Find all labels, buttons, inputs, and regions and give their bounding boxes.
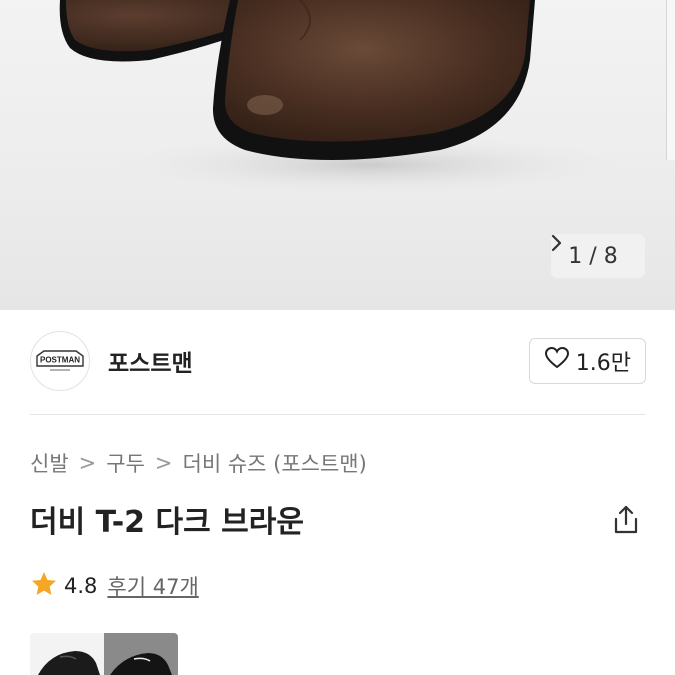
rating: 4.8 후기 47개 <box>30 570 199 602</box>
thumbnail[interactable] <box>30 633 104 675</box>
breadcrumb-item-shoes[interactable]: 신발 <box>30 448 69 478</box>
share-icon[interactable] <box>609 503 643 537</box>
product-image-gallery[interactable]: 1 / 8 <box>0 0 675 310</box>
breadcrumb: 신발 > 구두 > 더비 슈즈 (포스트맨) <box>30 448 367 478</box>
product-title: 더비 T-2 다크 브라운 <box>30 505 304 540</box>
breadcrumb-item-derby[interactable]: 더비 슈즈 (포스트맨) <box>183 448 367 478</box>
shop-row: POSTMAN 포스트맨 1.6만 <box>30 330 646 392</box>
thumbnail[interactable] <box>104 633 178 675</box>
like-count: 1.6만 <box>575 351 631 376</box>
thumbnail-strip <box>30 633 178 675</box>
divider <box>30 414 646 415</box>
scrollbar[interactable] <box>666 0 675 160</box>
breadcrumb-separator: > <box>154 451 173 475</box>
svg-text:POSTMAN: POSTMAN <box>40 356 80 365</box>
reviews-link[interactable]: 후기 47개 <box>107 571 198 601</box>
breadcrumb-item-dress-shoes[interactable]: 구두 <box>106 448 145 478</box>
heart-outline-icon <box>544 346 570 376</box>
rating-score: 4.8 <box>64 574 98 598</box>
shop-name[interactable]: 포스트맨 <box>108 344 193 378</box>
shop-logo[interactable]: POSTMAN <box>30 331 90 391</box>
like-button[interactable]: 1.6만 <box>528 338 646 384</box>
breadcrumb-separator: > <box>78 451 97 475</box>
counter-text: 1 / 8 <box>568 243 618 269</box>
star-icon <box>30 570 58 603</box>
image-counter[interactable]: 1 / 8 <box>551 234 645 278</box>
